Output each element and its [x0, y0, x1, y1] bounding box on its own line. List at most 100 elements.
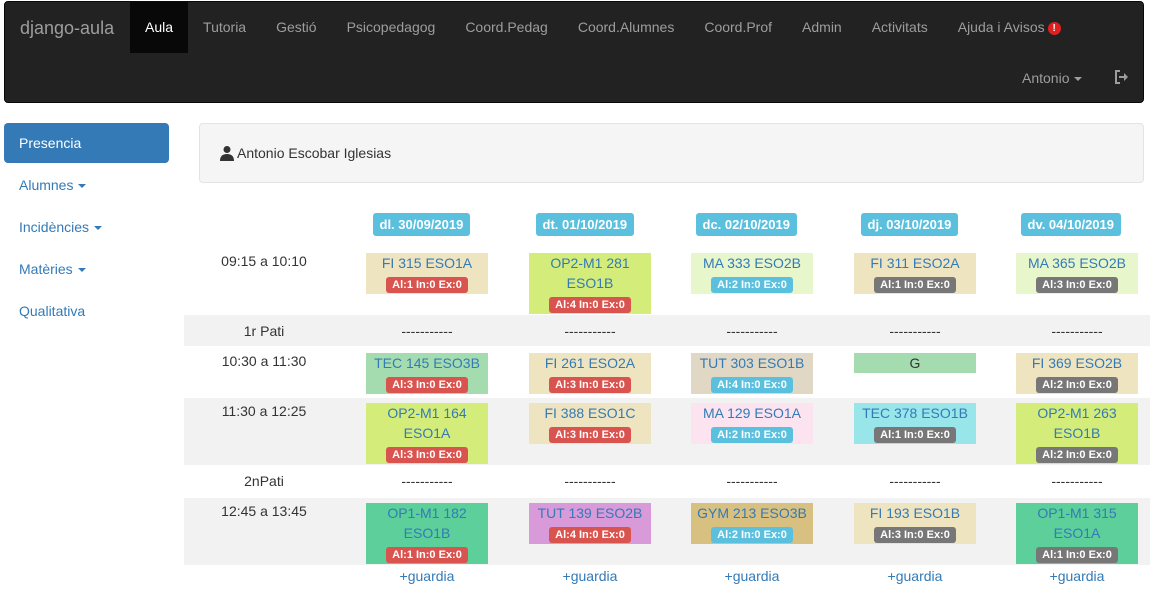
class-label: OP2-M1 263	[1037, 405, 1117, 421]
nav-aula[interactable]: Aula	[130, 2, 189, 53]
brand[interactable]: django-aula	[20, 18, 114, 39]
add-guardia-link[interactable]: +guardia	[671, 568, 833, 584]
schedule-cell[interactable]: TUT 139 ESO2B Al:4 In:0 Ex:0	[529, 503, 651, 544]
attendance-badge: Al:2 In:0 Ex:0	[711, 427, 793, 443]
time-slot: 12:45 a 13:45	[221, 503, 307, 519]
class-label: FI 369 ESO2B	[1031, 355, 1123, 371]
sidebar-item-label: Matèries	[19, 261, 73, 277]
attendance-badge: Al:3 In:0 Ex:0	[1036, 277, 1118, 293]
nav-coord-pedag[interactable]: Coord.Pedag	[450, 2, 563, 53]
sidebar-item-presencia[interactable]: Presencia	[4, 123, 169, 163]
nav-activitats[interactable]: Activitats	[857, 2, 943, 53]
user-dropdown[interactable]: Antonio	[1022, 53, 1083, 103]
attendance-badge: Al:2 In:0 Ex:0	[1036, 377, 1118, 393]
user-icon	[220, 146, 234, 161]
caret-down-icon	[1074, 77, 1083, 82]
nav-coord-prof[interactable]: Coord.Prof	[689, 2, 787, 53]
caret-down-icon	[78, 184, 87, 189]
caret-down-icon	[94, 226, 103, 231]
schedule-cell[interactable]: OP2-M1 281 ESO1B Al:4 In:0 Ex:0	[529, 253, 651, 314]
add-guardia-link[interactable]: +guardia	[996, 568, 1150, 584]
schedule-cell[interactable]: OP2-M1 164 ESO1A Al:3 In:0 Ex:0	[366, 403, 488, 464]
add-guardia-link[interactable]: +guardia	[509, 568, 671, 584]
nav-admin[interactable]: Admin	[787, 2, 857, 53]
class-label: FI 315 ESO1A	[381, 255, 473, 271]
attendance-badge: Al:2 In:0 Ex:0	[711, 527, 793, 543]
attendance-badge: Al:2 In:0 Ex:0	[711, 277, 793, 293]
class-label: MA 333 ESO2B	[702, 255, 802, 271]
time-slot: 11:30 a 12:25	[221, 403, 307, 419]
attendance-badge: Al:4 In:0 Ex:0	[711, 377, 793, 393]
schedule-cell[interactable]: OP1-M1 182 ESO1B Al:1 In:0 Ex:0	[366, 503, 488, 564]
sidebar: Presencia Alumnes Incidències Matèries Quali…	[4, 123, 169, 333]
break-placeholder: -----------	[726, 473, 778, 489]
class-label: TUT 139 ESO2B	[537, 505, 643, 521]
class-label: MA 129 ESO1A	[702, 405, 802, 421]
class-label: GYM 213 ESO3B	[697, 505, 807, 521]
class-label: TEC 378 ESO1B	[862, 405, 968, 421]
break-placeholder: -----------	[564, 323, 616, 339]
schedule-cell[interactable]: FI 388 ESO1C Al:3 In:0 Ex:0	[529, 403, 651, 444]
class-group-label: ESO1B	[566, 275, 614, 291]
attendance-badge: Al:3 In:0 Ex:0	[549, 427, 631, 443]
schedule-cell[interactable]: TEC 145 ESO3B Al:3 In:0 Ex:0	[366, 353, 488, 394]
nav-ajuda-avisos[interactable]: Ajuda i Avisos!	[943, 2, 1076, 53]
nav-tutoria[interactable]: Tutoria	[188, 2, 261, 53]
top-navbar: django-aula Aula Tutoria Gestió Psicoped…	[4, 1, 1144, 103]
break-label: 2nPati	[244, 473, 284, 489]
attendance-badge: Al:3 In:0 Ex:0	[386, 377, 468, 393]
break-placeholder: -----------	[726, 323, 778, 339]
schedule-cell[interactable]: MA 129 ESO1A Al:2 In:0 Ex:0	[691, 403, 813, 444]
sidebar-item-label: Alumnes	[19, 177, 74, 193]
class-label: OP1-M1 182	[387, 505, 467, 521]
schedule-cell[interactable]: GYM 213 ESO3B Al:2 In:0 Ex:0	[691, 503, 813, 544]
schedule-cell[interactable]: OP2-M1 263 ESO1B Al:2 In:0 Ex:0	[1016, 403, 1138, 464]
nav-psicopedagog[interactable]: Psicopedagog	[332, 2, 451, 53]
class-label: FI 193 ESO1B	[869, 505, 961, 521]
attendance-badge: Al:1 In:0 Ex:0	[1036, 547, 1118, 563]
sidebar-item-qualitativa[interactable]: Qualitativa	[4, 291, 169, 331]
time-slot: 09:15 a 10:10	[221, 253, 307, 269]
break-placeholder: -----------	[564, 473, 616, 489]
schedule-cell[interactable]: G	[854, 353, 976, 373]
add-guardia-link[interactable]: +guardia	[346, 568, 508, 584]
day-header: dv. 04/10/2019	[1020, 213, 1121, 236]
attendance-badge: Al:3 In:0 Ex:0	[386, 447, 468, 463]
sidebar-item-label: Qualitativa	[19, 303, 86, 319]
add-guardia-link[interactable]: +guardia	[834, 568, 996, 584]
schedule-cell[interactable]: FI 193 ESO1B Al:3 In:0 Ex:0	[854, 503, 976, 544]
attendance-badge: Al:1 In:0 Ex:0	[386, 547, 468, 563]
schedule-cell[interactable]: FI 315 ESO1A Al:1 In:0 Ex:0	[366, 253, 488, 294]
schedule-cell[interactable]: FI 369 ESO2B Al:2 In:0 Ex:0	[1016, 353, 1138, 394]
sidebar-item-label: Presencia	[19, 135, 82, 151]
attendance-badge: Al:4 In:0 Ex:0	[549, 297, 631, 313]
schedule-cell[interactable]: FI 261 ESO2A Al:3 In:0 Ex:0	[529, 353, 651, 394]
schedule-cell[interactable]: OP1-M1 315 ESO1A Al:1 In:0 Ex:0	[1016, 503, 1138, 564]
attendance-badge: Al:2 In:0 Ex:0	[1036, 447, 1118, 463]
schedule-cell[interactable]: MA 333 ESO2B Al:2 In:0 Ex:0	[691, 253, 813, 294]
day-header: dj. 03/10/2019	[860, 213, 959, 236]
schedule-cell[interactable]: TUT 303 ESO1B Al:4 In:0 Ex:0	[691, 353, 813, 394]
sidebar-item-matèries[interactable]: Matèries	[4, 249, 169, 289]
class-label: FI 388 ESO1C	[544, 405, 636, 421]
break-placeholder: -----------	[889, 323, 941, 339]
schedule-cell[interactable]: FI 311 ESO2A Al:1 In:0 Ex:0	[854, 253, 976, 294]
class-label: FI 311 ESO2A	[870, 255, 960, 271]
nav-gestio[interactable]: Gestió	[261, 2, 331, 53]
class-label: TEC 145 ESO3B	[374, 355, 480, 371]
schedule-cell[interactable]: MA 365 ESO2B Al:3 In:0 Ex:0	[1016, 253, 1138, 294]
break-label: 1r Pati	[243, 323, 285, 339]
attendance-badge: Al:4 In:0 Ex:0	[549, 527, 631, 543]
sidebar-item-alumnes[interactable]: Alumnes	[4, 165, 169, 205]
class-label: OP2-M1 281	[550, 255, 630, 271]
nav-coord-alumnes[interactable]: Coord.Alumnes	[563, 2, 690, 53]
day-header: dl. 30/09/2019	[372, 213, 471, 236]
attendance-badge: Al:1 In:0 Ex:0	[874, 277, 956, 293]
schedule-cell[interactable]: TEC 378 ESO1B Al:1 In:0 Ex:0	[854, 403, 976, 444]
user-panel: Antonio Escobar Iglesias	[199, 123, 1144, 183]
sidebar-item-incidències[interactable]: Incidències	[4, 207, 169, 247]
logout-icon[interactable]	[1113, 68, 1131, 86]
break-placeholder: -----------	[401, 473, 453, 489]
break-placeholder: -----------	[1051, 323, 1103, 339]
main-nav: Aula Tutoria Gestió Psicopedagog Coord.P…	[130, 2, 1076, 53]
